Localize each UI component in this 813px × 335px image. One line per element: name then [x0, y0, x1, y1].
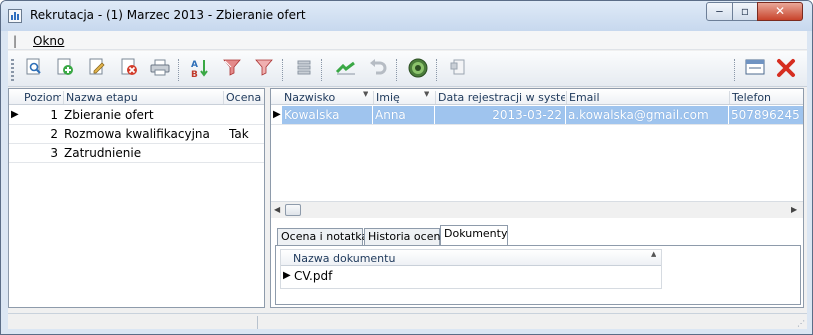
tab-rating-history[interactable]: Historia ocen	[364, 228, 440, 246]
candidate-registration-date: 2013-03-22	[435, 106, 565, 124]
stage-name: Zatrudnienie	[64, 146, 142, 160]
target-icon[interactable]	[406, 57, 430, 81]
column-header-rating[interactable]: Ocena .	[223, 91, 264, 104]
attach-icon[interactable]	[446, 57, 470, 81]
status-segment	[258, 316, 788, 329]
menu-item-okno[interactable]: Okno	[33, 34, 64, 48]
close-icon[interactable]	[774, 57, 798, 81]
toolbar: AB	[8, 51, 807, 87]
maximize-button[interactable]: ▫	[732, 2, 758, 21]
column-header-stage-name[interactable]: Nazwa etapu	[63, 91, 221, 104]
sort-arrow-icon: ▲	[651, 250, 657, 258]
svg-text:B: B	[191, 70, 198, 79]
toolbar-separator	[734, 59, 736, 81]
resize-grip-icon[interactable]: ⋰	[797, 319, 805, 328]
tab-documents[interactable]: Dokumenty	[440, 225, 508, 246]
app-icon[interactable]	[8, 9, 22, 23]
sort-arrow-icon: ▼	[424, 90, 430, 98]
list-icon[interactable]	[291, 57, 315, 81]
preview-icon[interactable]	[22, 57, 46, 81]
edit-icon[interactable]	[85, 57, 109, 81]
clear-filter-icon[interactable]	[252, 57, 276, 81]
column-header-surname[interactable]: Nazwisko	[284, 91, 372, 104]
scrollbar-thumb[interactable]	[285, 204, 301, 216]
table-row[interactable]: 3 Zatrudnienie	[9, 144, 264, 163]
approve-icon[interactable]	[334, 57, 358, 81]
print-icon[interactable]	[148, 57, 172, 81]
stages-grid: Poziom Nazwa etapu Ocena . ▶ 1 Zbieranie…	[8, 88, 265, 308]
column-header-phone[interactable]: Telefon	[729, 91, 803, 104]
client-area: | Okno AB Poziom Nazwa etapu Ocena . ▶ 1…	[8, 31, 807, 329]
candidate-phone: 507896245	[729, 106, 803, 124]
stages-grid-header: Poziom Nazwa etapu Ocena .	[9, 89, 264, 105]
current-row-indicator-icon: ▶	[273, 109, 281, 120]
candidate-first-name: Anna	[373, 106, 434, 124]
documents-grid-header: Nazwa dokumentu ▲	[281, 250, 661, 266]
toolbar-separator	[282, 59, 284, 81]
documents-grid: Nazwa dokumentu ▲ ▶ CV.pdf	[280, 249, 662, 289]
documents-tab-content: Nazwa dokumentu ▲ ▶ CV.pdf	[275, 245, 801, 305]
window-icon[interactable]	[743, 57, 767, 81]
stage-level: 2	[50, 127, 58, 141]
scroll-right-icon[interactable]: ▶	[791, 205, 797, 214]
candidates-panel: Nazwisko ▼ Imię ▼ Data rejestracji w sys…	[270, 88, 804, 308]
svg-text:A: A	[191, 60, 198, 70]
table-row[interactable]: ▶ 1 Zbieranie ofert	[9, 106, 264, 125]
candidate-email: a.kowalska@gmail.com	[566, 106, 728, 124]
table-row[interactable]: 2 Rozmowa kwalifikacyjna Tak	[9, 125, 264, 144]
toolbar-separator	[436, 59, 438, 81]
document-name: CV.pdf	[294, 269, 333, 283]
table-row[interactable]: ▶ CV.pdf	[281, 267, 661, 286]
undo-icon[interactable]	[366, 57, 390, 81]
stage-rating: Tak	[229, 127, 249, 141]
window-title: Rekrutacja - (1) Marzec 2013 - Zbieranie…	[30, 8, 306, 22]
column-header-email[interactable]: Email	[566, 91, 728, 104]
menu-grip[interactable]: |	[13, 34, 17, 48]
toolbar-separator	[178, 59, 180, 81]
minimize-button[interactable]: ‒	[706, 2, 733, 21]
menu-bar: | Okno	[8, 31, 807, 50]
candidates-grid-header: Nazwisko ▼ Imię ▼ Data rejestracji w sys…	[271, 89, 803, 105]
title-bar[interactable]: Rekrutacja - (1) Marzec 2013 - Zbieranie…	[1, 1, 812, 31]
column-header-document-name[interactable]: Nazwa dokumentu	[293, 252, 493, 265]
stage-level: 3	[50, 146, 58, 160]
table-row[interactable]: ▶ Kowalska Anna 2013-03-22 a.kowalska@gm…	[271, 106, 803, 125]
close-window-button[interactable]: ✕	[757, 2, 803, 21]
current-row-indicator-icon: ▶	[283, 270, 291, 281]
horizontal-scrollbar[interactable]: ◀ ▶	[271, 201, 803, 218]
stage-level: 1	[50, 108, 58, 122]
filter-icon[interactable]	[220, 57, 244, 81]
delete-icon[interactable]	[117, 57, 141, 81]
current-row-indicator-icon: ▶	[11, 109, 19, 120]
sort-az-icon[interactable]: AB	[188, 57, 212, 81]
column-header-registration-date[interactable]: Data rejestracji w systemie	[435, 91, 565, 104]
toolbar-separator	[321, 59, 323, 81]
scroll-left-icon[interactable]: ◀	[274, 205, 280, 214]
tab-rating-notes[interactable]: Ocena i notatka	[277, 228, 368, 246]
candidate-surname: Kowalska	[282, 106, 372, 124]
column-header-level[interactable]: Poziom	[24, 91, 61, 104]
app-window: Rekrutacja - (1) Marzec 2013 - Zbieranie…	[0, 0, 813, 335]
sort-arrow-icon: ▼	[363, 90, 369, 98]
stage-name: Zbieranie ofert	[64, 108, 154, 122]
toolbar-grip[interactable]	[11, 59, 14, 81]
status-segment	[8, 316, 258, 329]
add-icon[interactable]	[53, 57, 77, 81]
toolbar-separator	[396, 59, 398, 81]
status-bar: ⋰	[8, 313, 807, 329]
stage-name: Rozmowa kwalifikacyjna	[64, 127, 210, 141]
